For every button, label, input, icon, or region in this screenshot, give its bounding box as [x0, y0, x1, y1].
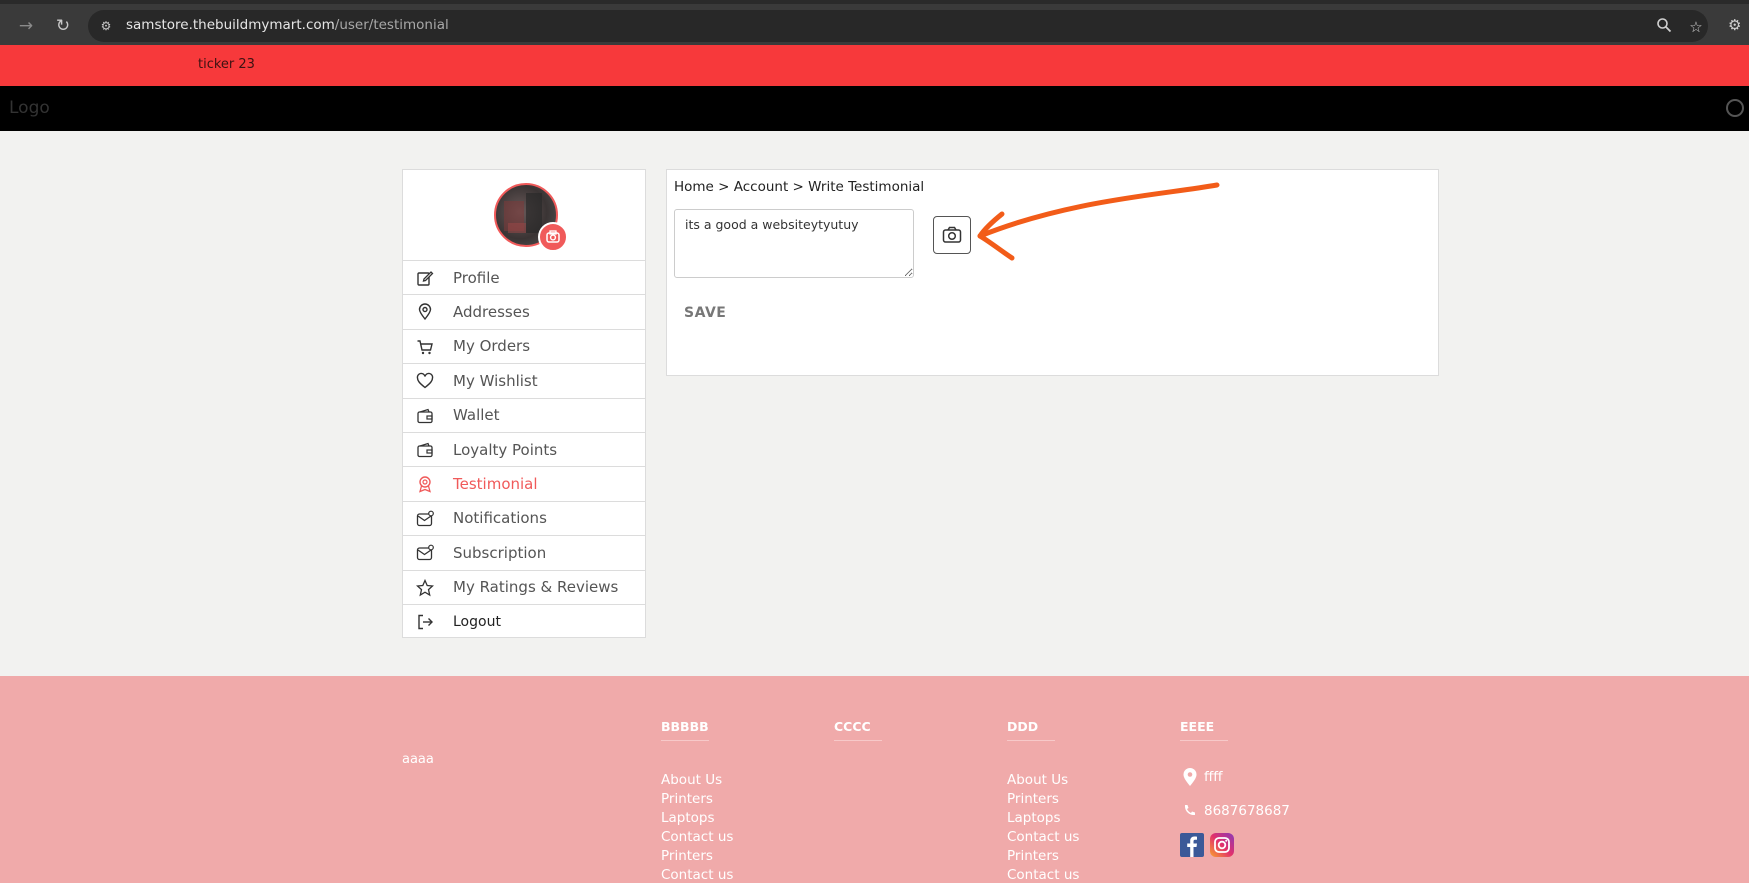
- footer-column-cccc: CCCC: [834, 716, 882, 741]
- facebook-icon[interactable]: [1180, 833, 1204, 857]
- site-header: Logo: [0, 86, 1749, 131]
- sidebar-item-logout[interactable]: Logout: [403, 603, 645, 638]
- phone-icon: [1184, 805, 1195, 816]
- url-text: samstore.thebuildmymart.com/user/testimo…: [126, 17, 449, 33]
- sidebar-item-my-ratings-reviews[interactable]: My Ratings & Reviews: [403, 569, 645, 604]
- footer-column-ddd: DDD About Us Printers Laptops Contact us…: [1007, 716, 1079, 883]
- star-icon: [416, 578, 434, 596]
- edit-icon: [417, 271, 434, 286]
- footer-link[interactable]: About Us: [661, 771, 733, 790]
- site-logo[interactable]: Logo: [9, 98, 50, 118]
- sidebar-item-label: Notifications: [453, 509, 547, 528]
- account-sidebar: Profile Addresses My Orders My Wishlist …: [402, 169, 646, 638]
- footer-link[interactable]: Printers: [661, 790, 733, 809]
- footer-address: ffff: [1204, 769, 1223, 785]
- footer-heading: CCCC: [834, 719, 882, 741]
- account-menu: Profile Addresses My Orders My Wishlist …: [403, 260, 645, 638]
- sidebar-item-label: Wallet: [453, 406, 500, 425]
- instagram-icon[interactable]: [1210, 833, 1234, 857]
- sidebar-item-wallet[interactable]: Wallet: [403, 397, 645, 432]
- site-footer: aaaa BBBBB About Us Printers Laptops Con…: [0, 676, 1749, 883]
- wallet-icon: [417, 442, 433, 458]
- sidebar-item-label: My Orders: [453, 337, 531, 356]
- cart-icon: [417, 340, 433, 354]
- footer-links: About Us Printers Laptops Contact us Pri…: [1007, 771, 1079, 883]
- change-avatar-camera-icon[interactable]: [538, 222, 568, 252]
- sidebar-item-label: Logout: [453, 613, 501, 630]
- breadcrumb: Home > Account > Write Testimonial: [674, 179, 925, 195]
- ticker-bar: ticker 23: [0, 45, 1749, 86]
- sidebar-item-label: My Ratings & Reviews: [453, 578, 619, 597]
- footer-heading: BBBBB: [661, 719, 709, 741]
- extensions-icon[interactable]: ⚙: [1728, 16, 1741, 34]
- logout-icon: [418, 614, 433, 630]
- testimonial-textarea[interactable]: its a good a websiteytyutuy: [674, 209, 914, 278]
- sidebar-item-label: Loyalty Points: [453, 440, 558, 459]
- footer-link[interactable]: Contact us: [661, 828, 733, 847]
- footer-link[interactable]: Contact us: [661, 866, 733, 883]
- footer-link[interactable]: Contact us: [1007, 866, 1079, 883]
- wallet-icon: [417, 408, 433, 423]
- mail-icon: [416, 544, 434, 561]
- mail-icon: [416, 510, 434, 526]
- sidebar-item-testimonial[interactable]: Testimonial: [403, 466, 645, 500]
- bookmark-star-icon[interactable]: ☆: [1686, 17, 1706, 37]
- footer-address-row: ffff: [1180, 765, 1290, 789]
- sidebar-item-my-orders[interactable]: My Orders: [403, 328, 645, 363]
- footer-phone: 8687678687: [1204, 803, 1290, 819]
- reload-icon[interactable]: ↻: [51, 14, 75, 38]
- address-bar[interactable]: ⚙ samstore.thebuildmymart.com/user/testi…: [88, 10, 1708, 42]
- avatar-wrapper: [494, 183, 568, 252]
- browser-toolbar: → ↻ ⚙ samstore.thebuildmymart.com/user/t…: [0, 0, 1749, 45]
- location-pin-icon: [1183, 768, 1197, 786]
- sidebar-item-label: Profile: [453, 268, 500, 287]
- site-settings-icon[interactable]: ⚙: [98, 18, 114, 34]
- footer-phone-row: 8687678687: [1180, 799, 1290, 823]
- sidebar-item-loyalty-points[interactable]: Loyalty Points: [403, 431, 645, 466]
- footer-column-eeee: EEEE ffff 8687678687: [1180, 716, 1290, 857]
- sidebar-item-profile[interactable]: Profile: [403, 260, 645, 294]
- sidebar-item-my-wishlist[interactable]: My Wishlist: [403, 363, 645, 397]
- footer-link[interactable]: About Us: [1007, 771, 1079, 790]
- heart-icon: [416, 372, 434, 389]
- footer-links: About Us Printers Laptops Contact us Pri…: [661, 771, 733, 883]
- footer-link[interactable]: Printers: [661, 847, 733, 866]
- sidebar-item-addresses[interactable]: Addresses: [403, 294, 645, 328]
- sidebar-item-subscription[interactable]: Subscription: [403, 535, 645, 569]
- ticker-text: ticker 23: [198, 57, 255, 72]
- annotation-arrow: [977, 182, 1220, 261]
- sidebar-item-label: My Wishlist: [453, 371, 538, 390]
- footer-about-text: aaaa: [402, 752, 434, 767]
- footer-column-bbbbb: BBBBB About Us Printers Laptops Contact …: [661, 716, 733, 883]
- footer-heading: EEEE: [1180, 719, 1228, 741]
- sidebar-item-label: Subscription: [453, 543, 547, 562]
- save-button[interactable]: SAVE: [684, 305, 726, 321]
- sidebar-item-label: Testimonial: [453, 475, 538, 494]
- award-icon: [419, 476, 431, 493]
- social-links: [1180, 833, 1290, 857]
- back-arrow-icon[interactable]: →: [14, 14, 38, 38]
- footer-heading: DDD: [1007, 719, 1055, 741]
- location-pin-icon: [418, 303, 432, 321]
- sidebar-item-notifications[interactable]: Notifications: [403, 500, 645, 535]
- footer-link[interactable]: Printers: [1007, 790, 1079, 809]
- zoom-icon[interactable]: [1654, 17, 1674, 37]
- footer-link[interactable]: Printers: [1007, 847, 1079, 866]
- footer-link[interactable]: Laptops: [1007, 809, 1079, 828]
- search-icon[interactable]: [1726, 99, 1744, 117]
- footer-link[interactable]: Laptops: [661, 809, 733, 828]
- footer-link[interactable]: Contact us: [1007, 828, 1079, 847]
- footer-contact: ffff 8687678687: [1180, 765, 1290, 857]
- sidebar-item-label: Addresses: [453, 303, 530, 322]
